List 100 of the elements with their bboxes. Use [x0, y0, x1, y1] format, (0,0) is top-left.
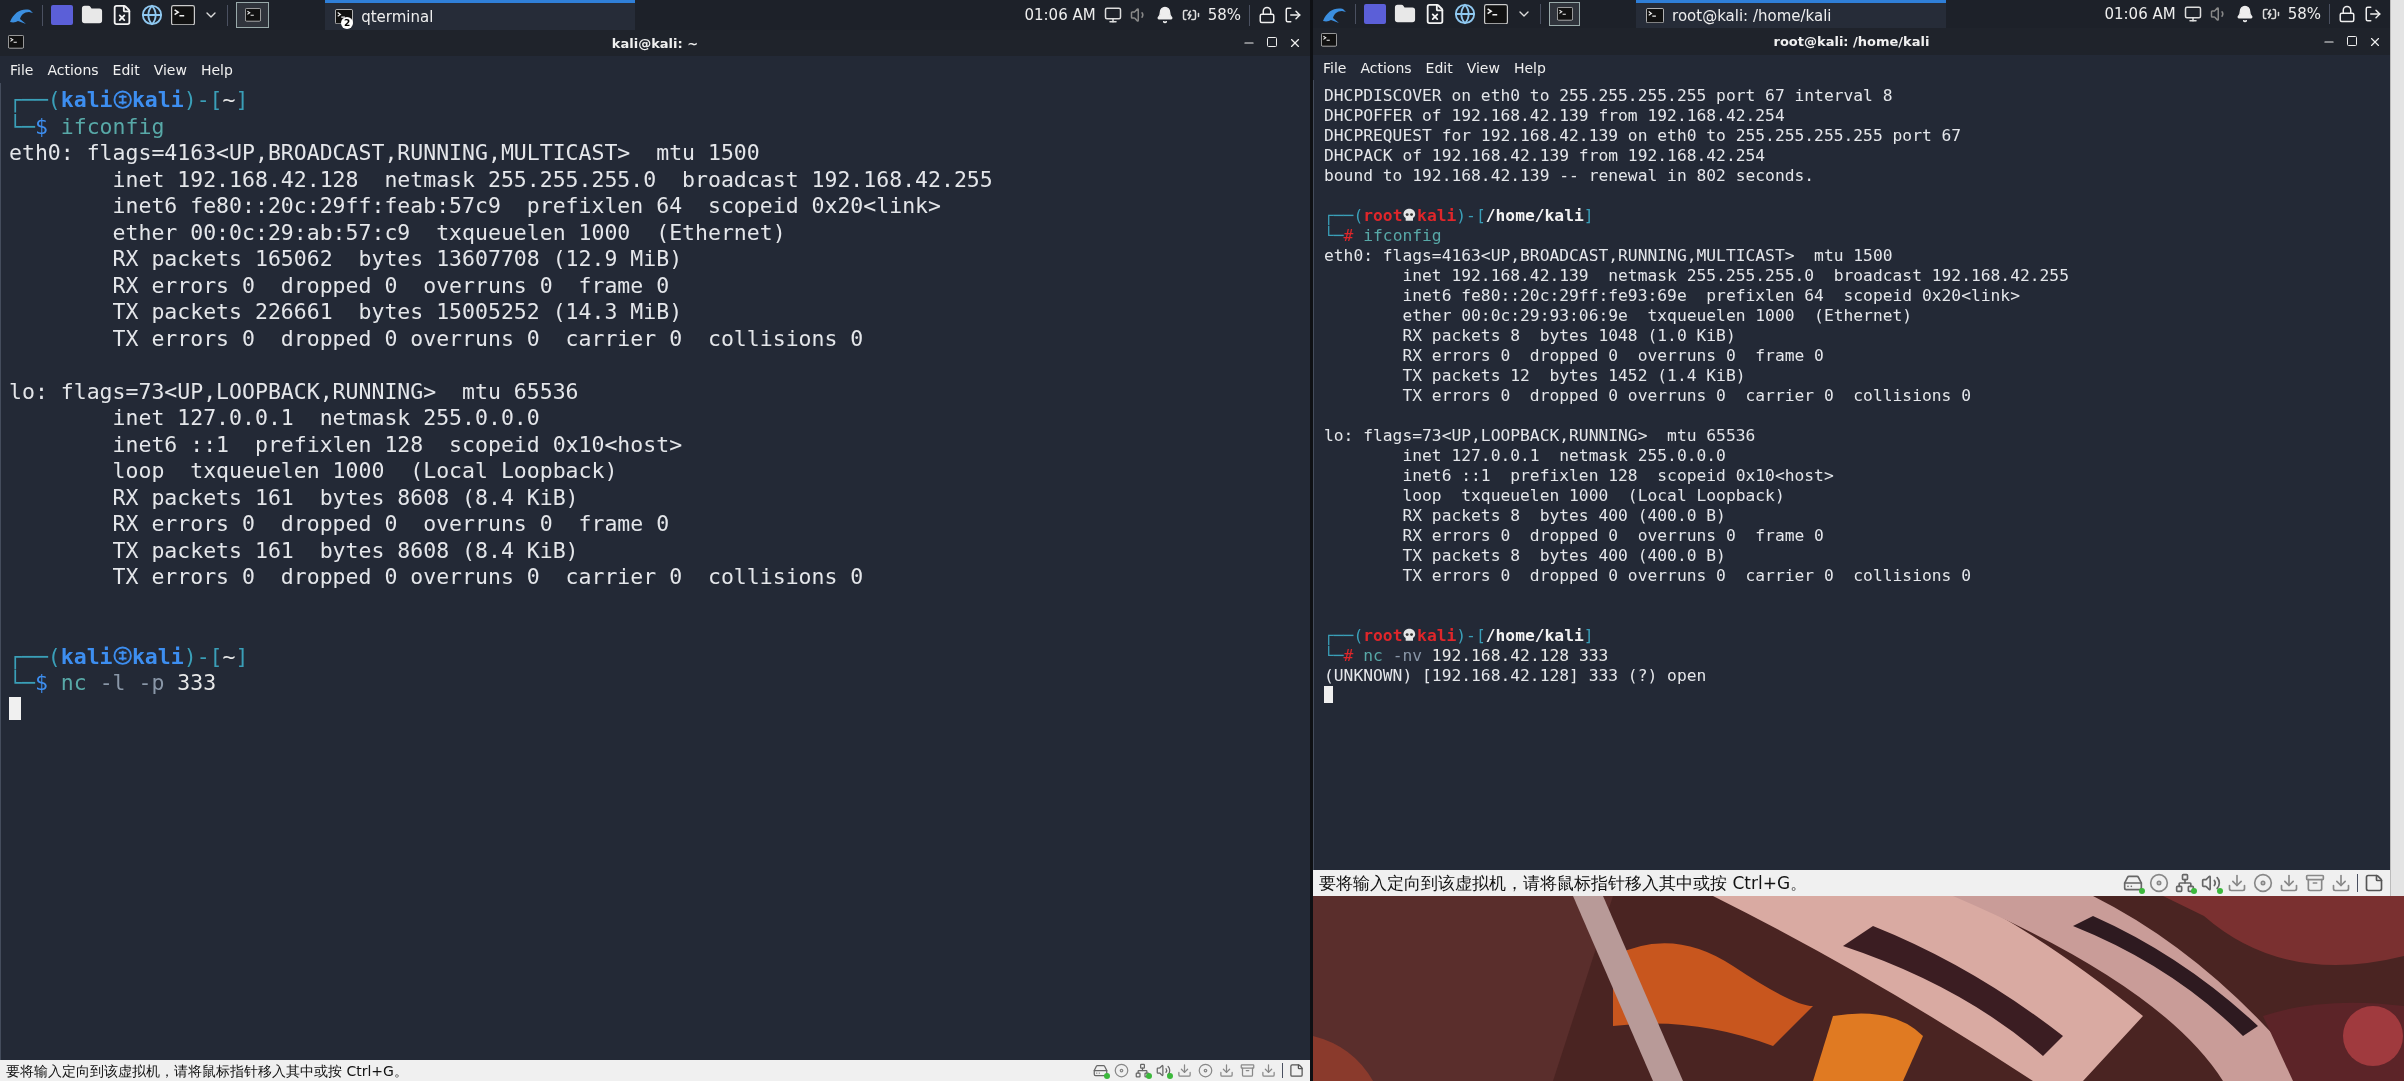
document-icon[interactable]: [111, 4, 133, 26]
battery-level: 58%: [2287, 5, 2321, 23]
output-line: loop txqueuelen 1000 (Local Loopback): [111, 458, 619, 485]
workspace-thumbnail[interactable]: [1549, 1, 1581, 27]
menu-item[interactable]: Help: [200, 61, 233, 78]
output-line: inet 192.168.42.128 netmask 255.255.255.0 broadcast 192.168.42.255: [111, 166, 994, 193]
usb-icon[interactable]: [1177, 1063, 1192, 1078]
menu-item[interactable]: Actions: [1360, 59, 1412, 76]
skull-icon: [1402, 207, 1418, 223]
window-title: kali@kali: ~: [611, 35, 699, 51]
menu-item[interactable]: View: [153, 61, 187, 78]
usb-icon[interactable]: [2227, 873, 2247, 893]
globe-icon[interactable]: [1454, 3, 1476, 25]
terminal-glyph-icon: [1556, 7, 1573, 21]
disc-icon[interactable]: [1114, 1063, 1129, 1078]
output-line: lo: flags=73<UP,LOOPBACK,RUNNING> mtu 65536: [9, 378, 580, 405]
task-button[interactable]: root@kali: /home/kali: [1636, 0, 1947, 28]
clock[interactable]: 01:06 AM: [1024, 6, 1096, 24]
output-line: bound to 192.168.42.139 -- renewal in 802 seconds.: [1324, 166, 1816, 186]
workspace-thumbnail[interactable]: [236, 2, 270, 28]
menu-item[interactable]: File: [1323, 59, 1347, 76]
output-line: RX errors 0 dropped 0 overruns 0 frame 0: [1401, 346, 1825, 366]
folder-icon[interactable]: [81, 4, 103, 26]
document-icon[interactable]: [1424, 3, 1446, 25]
note-icon[interactable]: [1289, 1063, 1304, 1078]
output-line: RX packets 8 bytes 400 (400.0 B): [1401, 506, 1727, 526]
logout-icon[interactable]: [2364, 5, 2382, 23]
sound-icon[interactable]: [2201, 873, 2221, 893]
display-icon[interactable]: [1103, 6, 1122, 24]
output-line: TX packets 226661 bytes 15005252 (14.3 MiB): [111, 299, 684, 326]
sound-icon[interactable]: [1156, 1063, 1171, 1078]
output-line: eth0: flags=4163<UP,BROADCAST,RUNNING,MULTICAST> mtu 1500: [9, 140, 761, 167]
skull-icon: [1402, 627, 1418, 643]
output-line: DHCPREQUEST for 192.168.42.139 on eth0 to 255.255.255.255 port 67: [1324, 126, 1963, 146]
menu-item[interactable]: Actions: [47, 61, 99, 78]
output-line: DHCPACK of 192.168.42.139 from 192.168.42.254: [1324, 146, 1767, 166]
usb-icon[interactable]: [2331, 873, 2351, 893]
globe-icon[interactable]: [141, 4, 163, 26]
output-line: TX errors 0 dropped 0 overruns 0 carrier 0 collisions 0: [111, 564, 865, 591]
output-line: TX packets 8 bytes 400 (400.0 B): [1401, 546, 1727, 566]
notification-icon[interactable]: [1155, 6, 1174, 24]
output-line: RX errors 0 dropped 0 overruns 0 frame 0: [111, 272, 671, 299]
clock[interactable]: 01:06 AM: [2104, 5, 2176, 23]
folder-icon[interactable]: [1394, 3, 1416, 25]
menu-item[interactable]: Edit: [1425, 59, 1453, 76]
lock-icon[interactable]: [2338, 5, 2356, 23]
command-line: └─$ nc -l -p 333: [9, 670, 218, 697]
output-line: TX errors 0 dropped 0 overruns 0 carrier 0 collisions 0: [1401, 386, 1972, 406]
network-icon[interactable]: [2175, 873, 2195, 893]
terminal-screen[interactable]: [0, 83, 1310, 1060]
terminal-screen[interactable]: [1313, 80, 2390, 870]
display-icon[interactable]: [2183, 5, 2202, 23]
menu-item[interactable]: Edit: [112, 61, 140, 78]
output-line: RX packets 161 bytes 8608 (8.4 KiB): [111, 484, 580, 511]
terminal-glyph-icon: [244, 8, 261, 22]
menu-item[interactable]: File: [10, 61, 34, 78]
output-line: inet 192.168.42.139 netmask 255.255.255.0 broadcast 192.168.42.255: [1401, 266, 2070, 286]
circled-symbol-icon: [112, 646, 132, 666]
status-message: 要将输入定向到该虚拟机，请将鼠标指针移入其中或按 Ctrl+G。: [6, 1063, 408, 1078]
output-line: loop txqueuelen 1000 (Local Loopback): [1401, 486, 1786, 506]
usb-icon[interactable]: [1219, 1063, 1234, 1078]
archive-icon[interactable]: [1240, 1063, 1255, 1078]
text-cursor: [1324, 686, 1333, 704]
usb-icon[interactable]: [1261, 1063, 1276, 1078]
usb-icon[interactable]: [2279, 873, 2299, 893]
note-icon[interactable]: [2364, 873, 2384, 893]
notification-icon[interactable]: [2235, 5, 2254, 23]
output-line: TX packets 161 bytes 8608 (8.4 KiB): [111, 537, 580, 564]
disc-icon[interactable]: [2149, 873, 2169, 893]
task-button[interactable]: 2 qterminal: [325, 0, 636, 30]
output-line: eth0: flags=4163<UP,BROADCAST,RUNNING,MULTICAST> mtu 1500: [1324, 246, 1894, 266]
output-line: TX errors 0 dropped 0 overruns 0 carrier 0 collisions 0: [111, 325, 865, 352]
lock-icon[interactable]: [1258, 6, 1276, 24]
text-cursor: [9, 697, 21, 720]
output-line: RX errors 0 dropped 0 overruns 0 frame 0: [1401, 526, 1825, 546]
logout-icon[interactable]: [1284, 6, 1302, 24]
command-line: └─# nc -nv 192.168.42.128 333: [1324, 646, 1610, 666]
archive-icon[interactable]: [2305, 873, 2325, 893]
menu-item[interactable]: View: [1466, 59, 1500, 76]
terminal-icon[interactable]: [1484, 3, 1508, 25]
circled-symbol-icon: [112, 89, 132, 110]
prompt-line: ┌──(root kali)-[/home/kali]: [1324, 626, 1595, 646]
task-terminal-icon: [335, 8, 354, 25]
output-line: RX packets 8 bytes 1048 (1.0 KiB): [1401, 326, 1737, 346]
output-line: RX errors 0 dropped 0 overruns 0 frame 0: [111, 511, 671, 538]
maximize-icon[interactable]: [2346, 34, 2358, 47]
output-line: ether 00:0c:29:ab:57:c9 txqueuelen 1000 (Ethernet): [111, 219, 787, 246]
output-line: inet6 ::1 prefixlen 128 scopeid 0x10<host>: [1401, 466, 1835, 486]
maximize-icon[interactable]: [1266, 36, 1278, 48]
disc-icon[interactable]: [2253, 873, 2273, 893]
menu-item[interactable]: Help: [1513, 59, 1546, 76]
prompt-line: ┌──(root kali)-[/home/kali]: [1324, 206, 1595, 226]
output-line: DHCPDISCOVER on eth0 to 255.255.255.255 port 67 interval 8: [1324, 86, 1894, 106]
output-line: inet 127.0.0.1 netmask 255.0.0.0: [111, 405, 541, 432]
disc-icon[interactable]: [1198, 1063, 1213, 1078]
terminal-icon[interactable]: [171, 4, 195, 26]
output-line: inet6 fe80::20c:29ff:fe93:69e prefixlen 64 scopeid 0x20<link>: [1401, 286, 2021, 306]
output-line: (UNKNOWN) [192.168.42.128] 333 (?) open: [1324, 666, 1708, 686]
task-terminal-icon: [1646, 7, 1665, 24]
close-icon[interactable]: [1288, 36, 1302, 50]
